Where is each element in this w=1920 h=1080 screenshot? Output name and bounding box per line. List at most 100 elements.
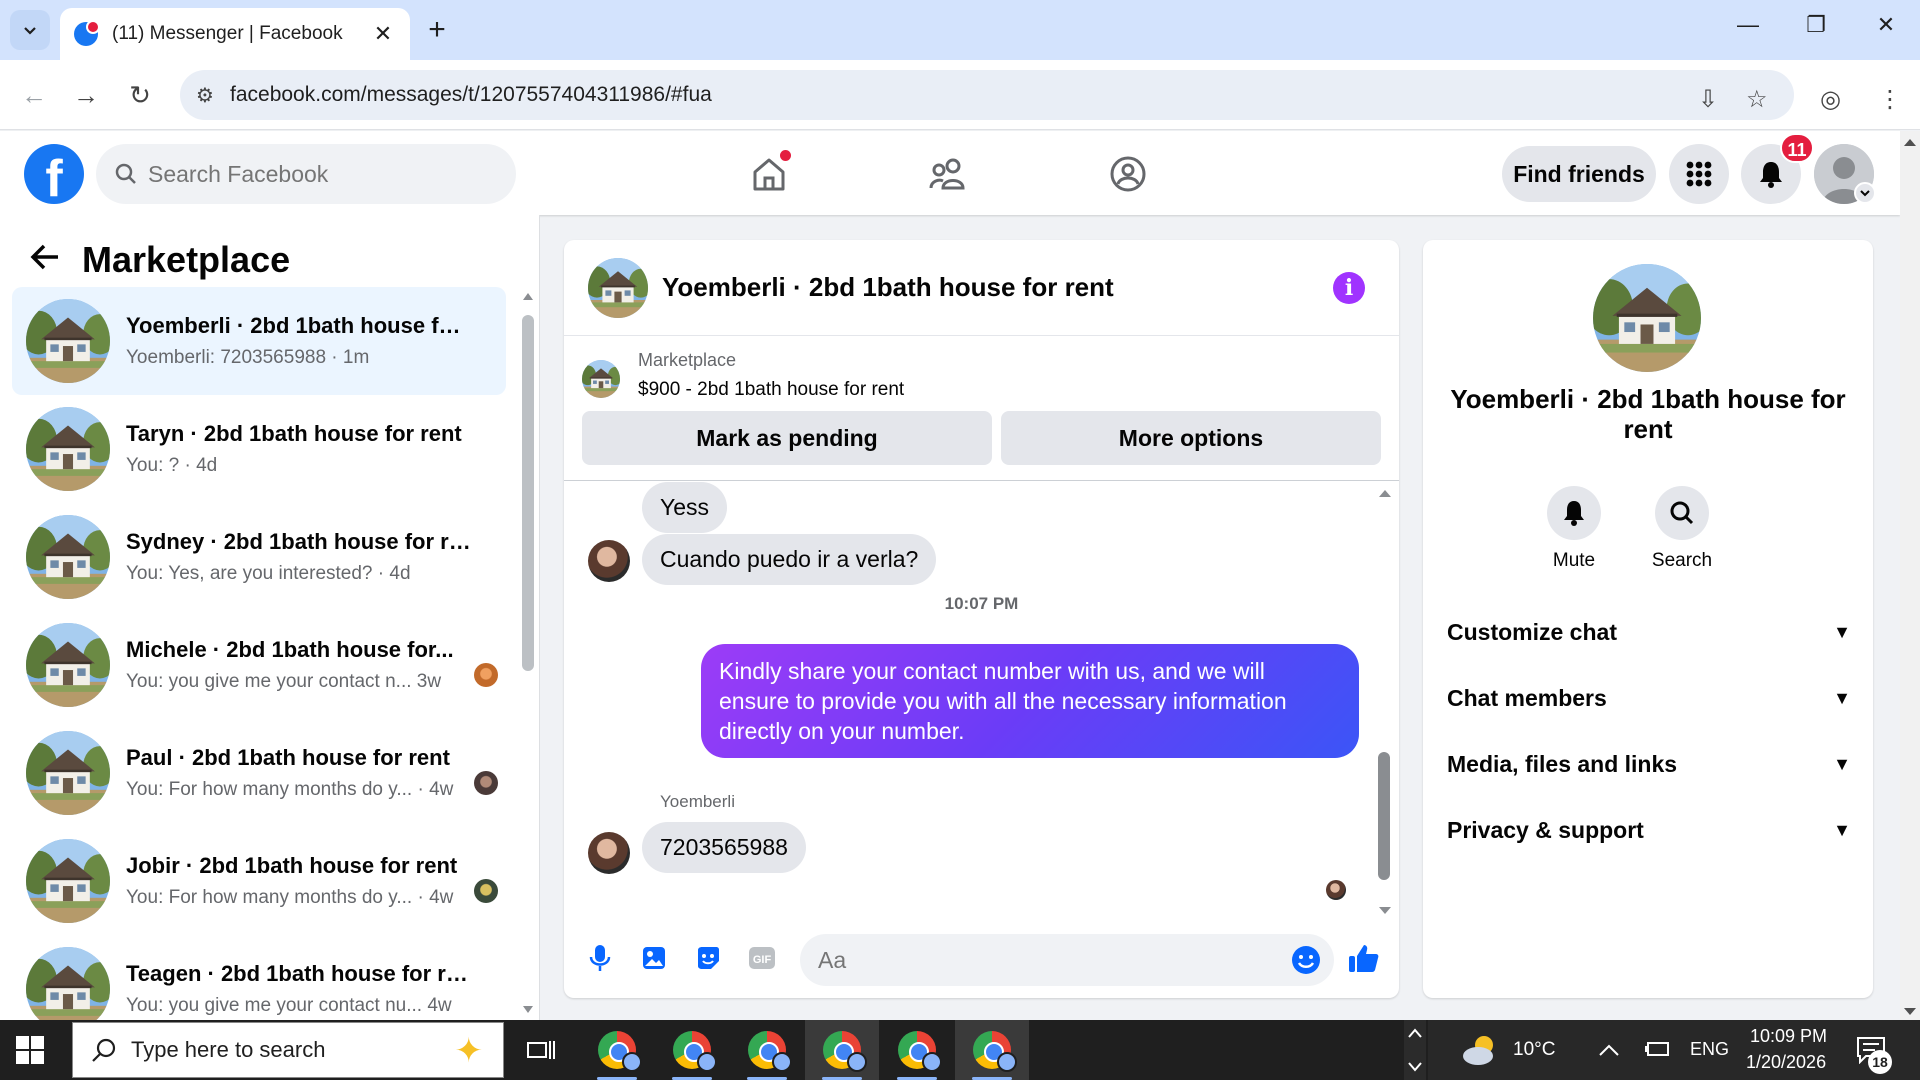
chrome-taskbar-app[interactable] [955, 1020, 1029, 1080]
sender-avatar[interactable] [588, 540, 630, 582]
taskbar-search[interactable]: Type here to search ✦ [72, 1022, 504, 1078]
site-info-icon[interactable]: ⚙ [180, 83, 230, 108]
chat-members-row[interactable]: Chat members ▼ [1447, 673, 1857, 723]
install-app-icon[interactable]: ⇩ [1698, 85, 1718, 114]
chevron-down-icon [1408, 1062, 1422, 1072]
seen-avatar [474, 879, 498, 903]
account-chevron[interactable] [1854, 182, 1876, 204]
reload-button[interactable]: ↻ [120, 75, 160, 115]
profile-badge-icon [697, 1052, 717, 1072]
conversation-name: Michele · 2bd 1bath house for... [126, 637, 454, 662]
weather-cloud-icon[interactable] [1460, 1032, 1502, 1068]
close-tab-icon[interactable]: ✕ [370, 21, 396, 47]
forward-button[interactable]: → [66, 75, 106, 115]
conversation-item[interactable]: Taryn · 2bd 1bath house for rent You: ? ·… [12, 395, 506, 503]
new-tab-button[interactable]: + [420, 14, 454, 48]
conversation-preview: You: For how many months do y... · 4w [126, 779, 454, 800]
conversation-scrollbar[interactable] [522, 287, 534, 1013]
find-friends-button[interactable]: Find friends [1502, 146, 1656, 202]
thumbs-up-icon[interactable] [1346, 940, 1382, 976]
customize-chat-row[interactable]: Customize chat ▼ [1447, 607, 1857, 657]
chrome-taskbar-app[interactable] [655, 1020, 729, 1080]
seen-avatar [474, 663, 498, 687]
profile-badge-icon [922, 1052, 942, 1072]
chrome-taskbar-app[interactable] [805, 1020, 879, 1080]
mute-action[interactable]: Mute [1529, 486, 1619, 572]
clock-date[interactable]: 1/20/2026 [1746, 1052, 1826, 1073]
incoming-message: Yess [642, 482, 728, 533]
conversation-item[interactable]: Sydney · 2bd 1bath house for rent You: Ye… [12, 503, 506, 611]
conversation-item[interactable]: Yoemberli · 2bd 1bath house for ... Yoemb… [12, 287, 506, 395]
listing-avatar[interactable] [1593, 264, 1701, 372]
search-input[interactable] [148, 160, 488, 188]
scroll-up-icon[interactable] [1378, 488, 1392, 498]
gif-icon[interactable]: GIF [744, 940, 780, 976]
scrollbar-thumb[interactable] [1378, 752, 1390, 880]
groups-nav[interactable] [1098, 148, 1158, 200]
scroll-down-icon[interactable] [1378, 906, 1392, 916]
chrome-taskbar-app[interactable] [880, 1020, 954, 1080]
tab-search-button[interactable] [10, 10, 50, 50]
media-files-links-row[interactable]: Media, files and links ▼ [1447, 739, 1857, 789]
battery-icon[interactable] [1644, 1040, 1672, 1060]
sticker-icon[interactable] [690, 940, 726, 976]
back-arrow-icon[interactable] [28, 239, 72, 281]
scroll-up-icon[interactable] [1903, 137, 1917, 147]
language-indicator[interactable]: ENG [1690, 1039, 1729, 1060]
facebook-search[interactable] [96, 144, 516, 204]
bell-icon [1760, 162, 1782, 188]
chevron-up-icon[interactable] [1598, 1043, 1620, 1057]
menu-button[interactable] [1669, 144, 1729, 204]
url-text: facebook.com/messages/t/1207557404311986… [230, 83, 712, 106]
restore-button[interactable]: ❐ [1796, 12, 1836, 38]
conversation-item[interactable]: Teagen · 2bd 1bath house for rent You: yo… [12, 935, 506, 1021]
photo-icon[interactable] [636, 940, 672, 976]
profile-icon[interactable]: ◎ [1820, 85, 1841, 114]
microphone-icon[interactable] [582, 940, 618, 976]
back-button[interactable]: ← [14, 75, 54, 115]
task-view-icon[interactable] [504, 1020, 578, 1080]
conversation-name: Jobir · 2bd 1bath house for rent [126, 853, 458, 878]
search-action[interactable]: Search [1637, 486, 1727, 572]
conversation-item[interactable]: Michele · 2bd 1bath house for... You: you… [12, 611, 506, 719]
menu-icon[interactable]: ⋮ [1878, 85, 1902, 114]
scroll-up-icon[interactable] [522, 291, 534, 301]
scroll-down-icon[interactable] [1903, 1007, 1917, 1017]
search-icon[interactable] [1655, 486, 1709, 540]
mark-as-pending-button[interactable]: Mark as pending [582, 411, 992, 465]
conversation-item[interactable]: Jobir · 2bd 1bath house for rent You: For… [12, 827, 506, 935]
message-input[interactable] [818, 946, 1258, 974]
bookmark-star-icon[interactable]: ☆ [1746, 85, 1768, 114]
more-options-button[interactable]: More options [1001, 411, 1381, 465]
emoji-icon[interactable] [1290, 944, 1322, 976]
page-scrollbar[interactable] [1900, 131, 1920, 1021]
weather-temperature[interactable]: 10°C [1513, 1039, 1555, 1061]
privacy-support-row[interactable]: Privacy & support ▼ [1447, 805, 1857, 855]
sender-avatar[interactable] [588, 832, 630, 874]
clock-time[interactable]: 10:09 PM [1750, 1026, 1827, 1047]
address-bar[interactable]: ⚙ facebook.com/messages/t/12075574043119… [180, 70, 1794, 120]
chat-scrollbar[interactable] [1378, 488, 1392, 914]
chrome-taskbar-app[interactable] [730, 1020, 804, 1080]
scrollbar-thumb[interactable] [522, 315, 534, 671]
chat-listing-thumbnail[interactable] [588, 258, 648, 318]
friends-nav[interactable] [918, 148, 978, 200]
bell-icon[interactable] [1547, 486, 1601, 540]
browser-tab[interactable]: (11) Messenger | Facebook ✕ [60, 8, 410, 60]
chat-title[interactable]: Yoemberli · 2bd 1bath house for rent [662, 272, 1114, 303]
chrome-taskbar-app[interactable] [580, 1020, 654, 1080]
marketplace-listing[interactable]: Marketplace $900 - 2bd 1bath house for r… [582, 350, 904, 401]
taskbar-overflow[interactable] [1404, 1020, 1426, 1080]
sparkle-icon: ✦ [454, 1032, 484, 1070]
facebook-logo[interactable]: f [24, 144, 84, 204]
profile-badge-icon [997, 1052, 1017, 1072]
message-input-box[interactable] [800, 934, 1334, 986]
windows-start-icon[interactable] [16, 1036, 44, 1064]
close-window-button[interactable]: ✕ [1866, 12, 1906, 38]
info-icon[interactable]: i [1333, 272, 1365, 304]
scroll-down-icon[interactable] [522, 1005, 534, 1015]
conversation-name: Sydney · 2bd 1bath house for rent [126, 529, 472, 554]
conversation-item[interactable]: Paul · 2bd 1bath house for rent You: For … [12, 719, 506, 827]
minimize-button[interactable]: — [1728, 12, 1768, 38]
home-nav[interactable] [739, 148, 799, 200]
